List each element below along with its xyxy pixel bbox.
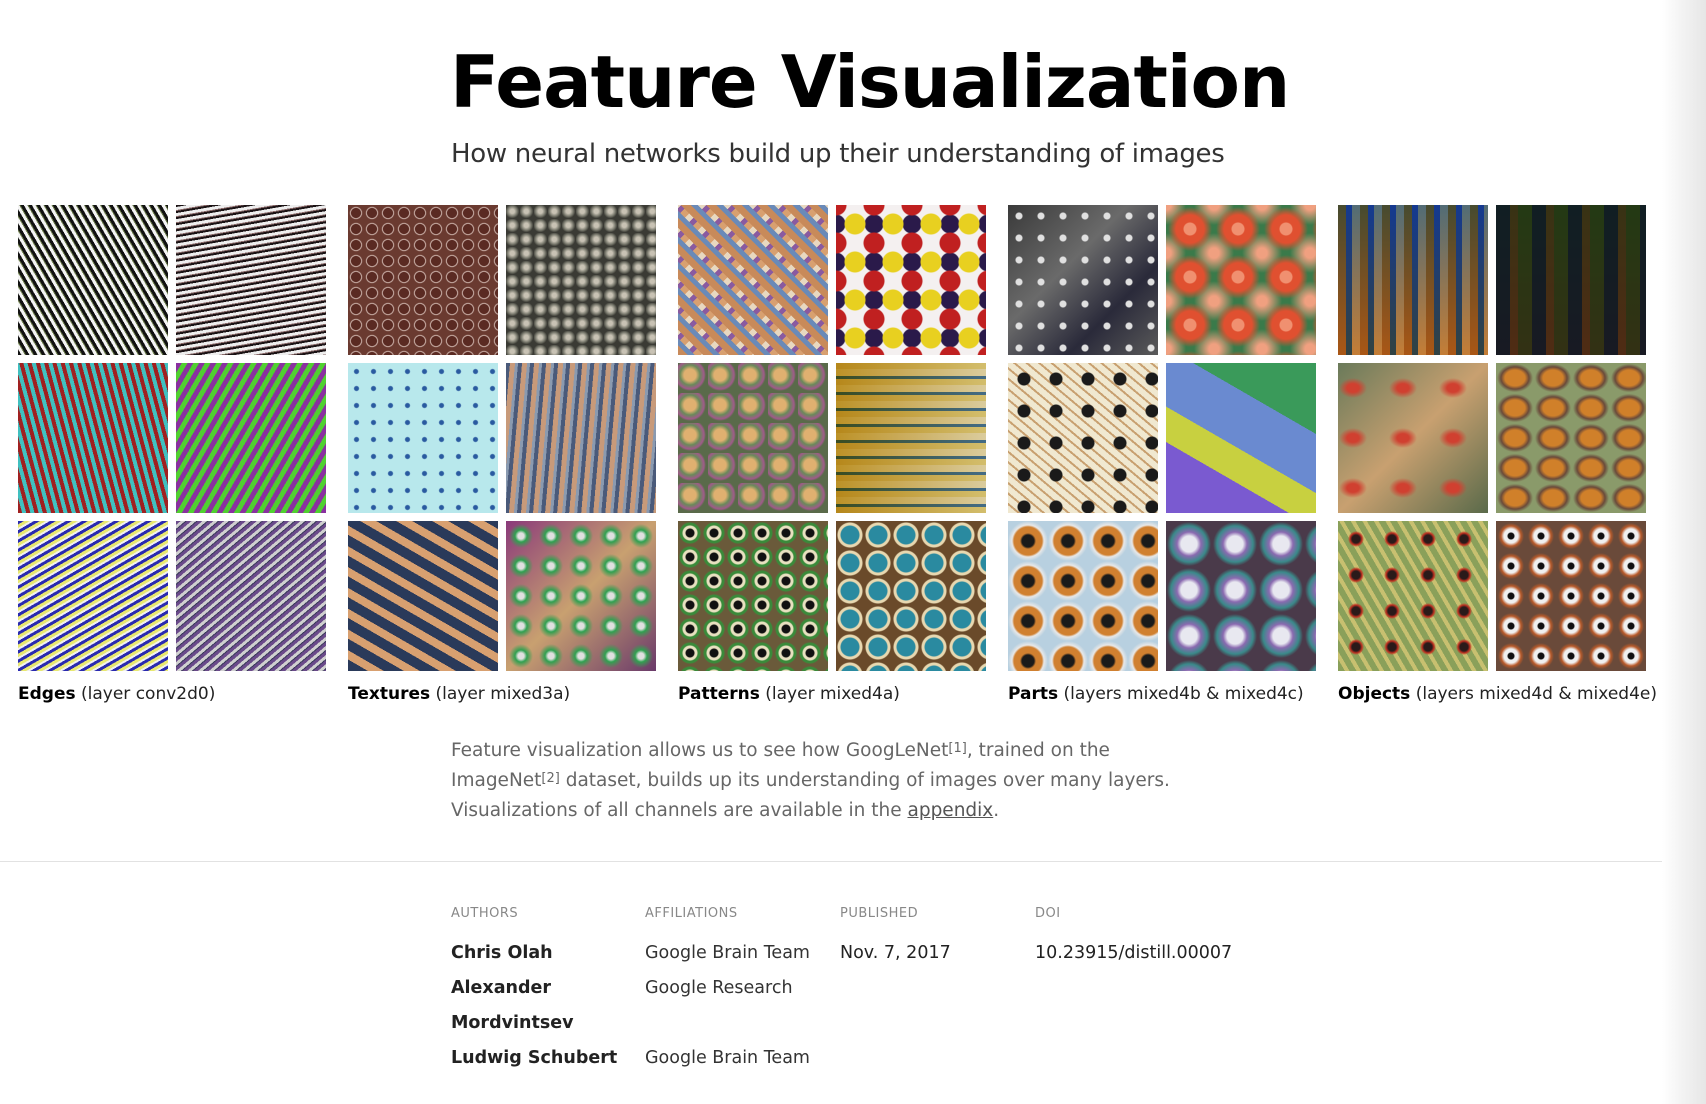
feature-image-patterns-5 (678, 521, 828, 671)
caption-textures: Textures (layer mixed3a) (348, 684, 570, 704)
caption-edges-detail: (layer conv2d0) (75, 684, 216, 704)
caption-parts: Parts (layers mixed4b & mixed4c) (1008, 684, 1304, 704)
description-text-1: Feature visualization allows us to see h… (451, 740, 949, 761)
author-name[interactable]: Mordvintsev (451, 1006, 617, 1041)
caption-patterns: Patterns (layer mixed4a) (678, 684, 900, 704)
affiliations-column: AFFILIATIONS Google Brain Team Google Re… (645, 906, 810, 1076)
feature-image-patterns-2 (836, 205, 986, 355)
feature-image-edges-1 (18, 205, 168, 355)
affiliation-name (645, 1006, 810, 1041)
feature-image-parts-3 (1008, 363, 1158, 513)
citation-googlenet[interactable]: [1] (948, 741, 966, 756)
feature-image-patterns-3 (678, 363, 828, 513)
feature-image-textures-4 (506, 363, 656, 513)
affiliation-name[interactable]: Google Research (645, 971, 810, 1006)
published-heading: PUBLISHED (840, 906, 919, 921)
citation-imagenet[interactable]: [2] (541, 771, 559, 786)
feature-image-objects-1 (1338, 205, 1488, 355)
affiliations-heading: AFFILIATIONS (645, 906, 738, 921)
caption-parts-detail: (layers mixed4b & mixed4c) (1058, 684, 1304, 704)
feature-image-objects-3 (1338, 363, 1488, 513)
caption-patterns-detail: (layer mixed4a) (759, 684, 900, 704)
feature-image-edges-2 (176, 205, 326, 355)
page-subtitle: How neural networks build up their under… (451, 139, 1225, 169)
authors-heading: AUTHORS (451, 906, 519, 921)
feature-image-parts-6 (1166, 521, 1316, 671)
feature-image-parts-2 (1166, 205, 1316, 355)
feature-image-textures-5 (348, 521, 498, 671)
caption-objects-name: Objects (1338, 684, 1411, 704)
doi-heading: DOI (1035, 906, 1061, 921)
feature-image-patterns-6 (836, 521, 986, 671)
caption-edges-name: Edges (18, 684, 76, 704)
feature-image-textures-1 (348, 205, 498, 355)
feature-image-edges-6 (176, 521, 326, 671)
page-title: Feature Visualization (450, 40, 1290, 124)
feature-image-objects-5 (1338, 521, 1488, 671)
feature-image-objects-6 (1496, 521, 1646, 671)
author-name[interactable]: Alexander (451, 971, 617, 1006)
feature-image-parts-4 (1166, 363, 1316, 513)
feature-image-textures-3 (348, 363, 498, 513)
published-column: PUBLISHED Nov. 7, 2017 (840, 906, 951, 971)
caption-patterns-name: Patterns (678, 684, 760, 704)
published-date: Nov. 7, 2017 (840, 943, 951, 963)
caption-objects: Objects (layers mixed4d & mixed4e) (1338, 684, 1657, 704)
feature-image-patterns-4 (836, 363, 986, 513)
description-text-4: . (993, 800, 1000, 821)
feature-image-edges-4 (176, 363, 326, 513)
feature-image-parts-1 (1008, 205, 1158, 355)
figure-description: Feature visualization allows us to see h… (451, 736, 1191, 826)
author-name[interactable]: Chris Olah (451, 936, 617, 971)
authors-column: AUTHORS Chris Olah Alexander Mordvintsev… (451, 906, 617, 1076)
feature-image-edges-3 (18, 363, 168, 513)
author-name[interactable]: Ludwig Schubert (451, 1041, 617, 1076)
affiliation-name[interactable]: Google Brain Team (645, 936, 810, 971)
feature-image-objects-2 (1496, 205, 1646, 355)
caption-textures-name: Textures (348, 684, 431, 704)
feature-image-edges-5 (18, 521, 168, 671)
doi-value[interactable]: 10.23915/distill.00007 (1035, 936, 1232, 971)
feature-image-textures-2 (506, 205, 656, 355)
page-edge-shadow (1662, 0, 1706, 1104)
doi-column: DOI 10.23915/distill.00007 (1035, 906, 1232, 971)
affiliation-name[interactable]: Google Brain Team (645, 1041, 810, 1076)
byline-divider (0, 861, 1662, 862)
caption-textures-detail: (layer mixed3a) (430, 684, 571, 704)
feature-image-parts-5 (1008, 521, 1158, 671)
caption-objects-detail: (layers mixed4d & mixed4e) (1410, 684, 1657, 704)
appendix-link[interactable]: appendix (907, 800, 993, 821)
caption-parts-name: Parts (1008, 684, 1059, 704)
caption-edges: Edges (layer conv2d0) (18, 684, 215, 704)
feature-image-objects-4 (1496, 363, 1646, 513)
feature-image-patterns-1 (678, 205, 828, 355)
feature-image-textures-6 (506, 521, 656, 671)
